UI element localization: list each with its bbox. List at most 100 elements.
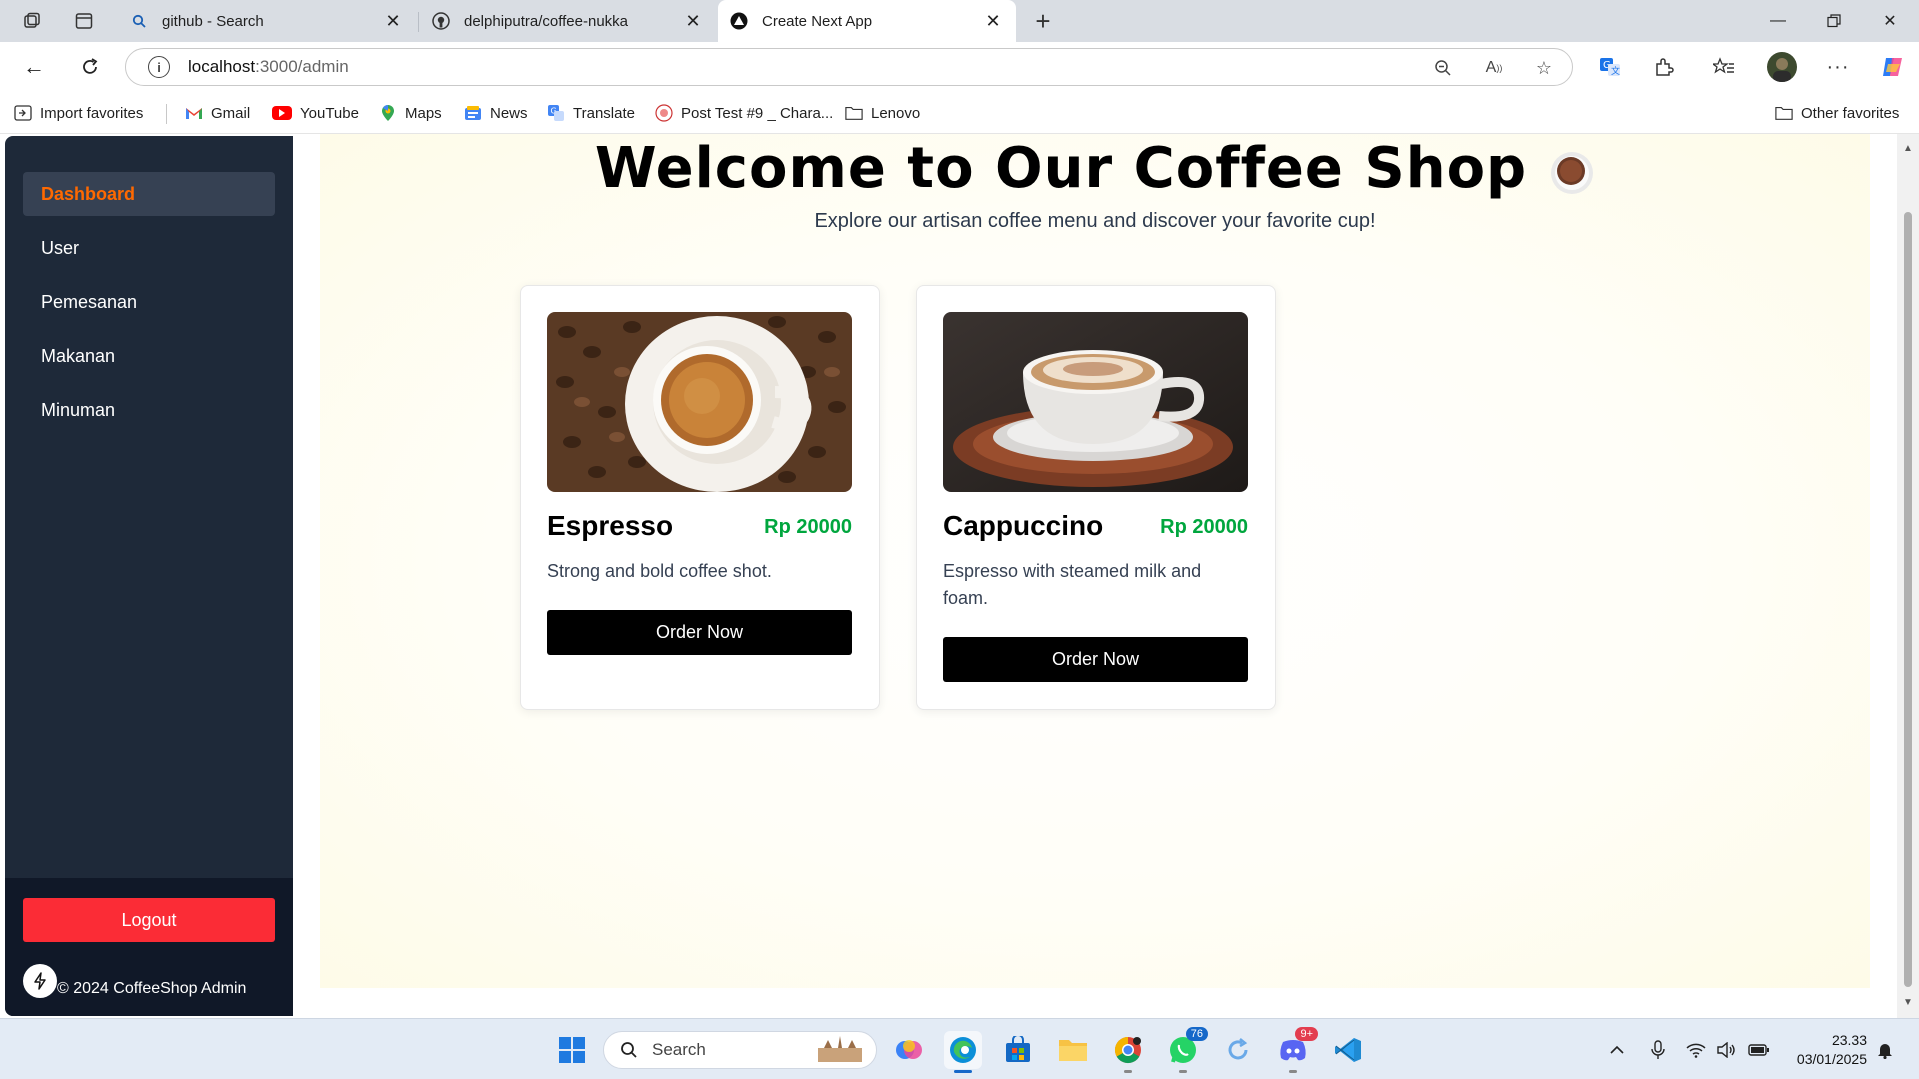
copilot-icon[interactable] bbox=[1879, 53, 1907, 81]
extensions-icon[interactable] bbox=[1650, 53, 1678, 81]
scroll-thumb[interactable] bbox=[1904, 212, 1912, 987]
product-description: Espresso with steamed milk and foam. bbox=[943, 561, 1202, 608]
favorites-bar: Import favorites Gmail YouTube Maps News… bbox=[0, 92, 1919, 134]
gmail-icon bbox=[185, 104, 203, 122]
logout-button[interactable]: Logout bbox=[23, 898, 275, 942]
system-clock[interactable]: 23.33 03/01/2025 bbox=[1797, 1031, 1867, 1069]
vscode-app-icon[interactable] bbox=[1329, 1031, 1367, 1069]
search-icon bbox=[618, 1039, 640, 1061]
nextjs-icon bbox=[730, 12, 748, 30]
minimize-icon[interactable]: — bbox=[1750, 0, 1806, 42]
site-info-icon[interactable]: i bbox=[148, 56, 170, 78]
store-app-icon[interactable] bbox=[999, 1031, 1037, 1069]
sidebar-item-minuman[interactable]: Minuman bbox=[23, 388, 275, 432]
search-highlight-icon bbox=[814, 1036, 866, 1069]
sidebar-footer: Logout © 2024 CoffeeShop Admin bbox=[5, 878, 293, 1016]
tab-github-repo[interactable]: delphiputra/coffee-nukka ✕ bbox=[420, 0, 716, 42]
tab-create-next-app[interactable]: Create Next App ✕ bbox=[718, 0, 1016, 42]
sync-app-icon[interactable] bbox=[1219, 1031, 1257, 1069]
volume-icon[interactable] bbox=[1713, 1037, 1739, 1063]
coffee-cup-icon bbox=[1549, 145, 1595, 194]
notification-bell-icon[interactable] bbox=[1872, 1037, 1898, 1063]
fav-gmail[interactable]: Gmail bbox=[185, 102, 250, 124]
fav-post-test[interactable]: Post Test #9 _ Chara... bbox=[655, 102, 833, 124]
page-subtitle: Explore our artisan coffee menu and disc… bbox=[814, 210, 1376, 232]
microphone-icon[interactable] bbox=[1645, 1037, 1671, 1063]
espresso-image bbox=[547, 312, 852, 492]
product-name: Cappuccino bbox=[943, 510, 1104, 541]
more-options-icon[interactable]: ··· bbox=[1824, 53, 1852, 81]
battery-icon[interactable] bbox=[1746, 1037, 1772, 1063]
news-icon bbox=[464, 104, 482, 122]
sidebar-item-pemesanan[interactable]: Pemesanan bbox=[23, 280, 275, 324]
file-explorer-icon[interactable] bbox=[1054, 1031, 1092, 1069]
notification-badge: 9+ bbox=[1295, 1027, 1318, 1041]
whatsapp-app-icon[interactable]: 76 bbox=[1164, 1027, 1208, 1073]
read-aloud-icon[interactable]: A)) bbox=[1482, 56, 1506, 80]
url-input[interactable]: i localhost:3000/admin A)) ☆ bbox=[125, 48, 1573, 86]
close-tab-icon[interactable]: ✕ bbox=[382, 10, 404, 32]
workspaces-icon[interactable] bbox=[16, 6, 48, 36]
windows-taskbar: Search 76 9+ 23.33 03/01/2025 bbox=[0, 1018, 1919, 1079]
fav-translate[interactable]: G Translate bbox=[547, 102, 635, 124]
close-tab-icon[interactable]: ✕ bbox=[982, 10, 1004, 32]
sidebar-item-user[interactable]: User bbox=[23, 226, 275, 270]
favorite-star-icon[interactable]: ☆ bbox=[1532, 56, 1556, 80]
cappuccino-image bbox=[943, 312, 1248, 492]
site-icon bbox=[655, 104, 673, 122]
translate-icon[interactable]: G文 bbox=[1596, 53, 1624, 81]
fav-lenovo[interactable]: Lenovo bbox=[845, 102, 920, 124]
fav-import[interactable]: Import favorites bbox=[14, 102, 143, 124]
copilot-app-icon[interactable] bbox=[890, 1031, 928, 1069]
tab-title: delphiputra/coffee-nukka bbox=[464, 12, 629, 30]
edge-app-icon[interactable] bbox=[944, 1031, 982, 1073]
new-tab-button[interactable]: + bbox=[1027, 6, 1059, 36]
taskbar-search-input[interactable]: Search bbox=[603, 1031, 877, 1069]
refresh-icon[interactable] bbox=[74, 51, 106, 83]
copyright-text: © 2024 CoffeeShop Admin bbox=[57, 980, 247, 997]
profile-avatar[interactable] bbox=[1767, 52, 1797, 82]
favorites-icon[interactable] bbox=[1710, 53, 1738, 81]
wifi-icon[interactable] bbox=[1683, 1037, 1709, 1063]
zoom-icon[interactable] bbox=[1431, 56, 1455, 80]
product-description: Strong and bold coffee shot. bbox=[547, 561, 772, 581]
github-icon bbox=[432, 12, 450, 30]
clock-time: 23.33 bbox=[1831, 1032, 1867, 1048]
tab-title: github - Search bbox=[162, 12, 264, 30]
folder-icon bbox=[845, 104, 863, 122]
fav-maps[interactable]: Maps bbox=[379, 102, 442, 124]
tab-title: Create Next App bbox=[762, 12, 873, 30]
tab-actions-icon[interactable] bbox=[68, 6, 100, 36]
next-dev-indicator-icon[interactable] bbox=[23, 964, 57, 998]
youtube-icon bbox=[272, 106, 292, 120]
browser-tab-strip: github - Search ✕ delphiputra/coffee-nuk… bbox=[0, 0, 1919, 42]
sidebar-item-makanan[interactable]: Makanan bbox=[23, 334, 275, 378]
scroll-up-icon[interactable]: ▲ bbox=[1901, 142, 1915, 154]
page-scrollbar[interactable]: ▲ ▼ bbox=[1897, 134, 1919, 1018]
discord-app-icon[interactable]: 9+ bbox=[1274, 1027, 1318, 1073]
order-now-button[interactable]: Order Now bbox=[547, 610, 852, 655]
show-hidden-icons-icon[interactable] bbox=[1604, 1037, 1630, 1063]
chrome-app-icon[interactable] bbox=[1109, 1031, 1147, 1073]
windows-start-icon[interactable] bbox=[553, 1031, 591, 1069]
fav-other-favorites[interactable]: Other favorites bbox=[1775, 102, 1899, 124]
close-tab-icon[interactable]: ✕ bbox=[682, 10, 704, 32]
sidebar-item-dashboard[interactable]: Dashboard bbox=[23, 172, 275, 216]
close-window-icon[interactable]: ✕ bbox=[1862, 0, 1918, 42]
back-icon[interactable]: ← bbox=[18, 51, 50, 83]
svg-text:文: 文 bbox=[1611, 65, 1620, 77]
fav-news[interactable]: News bbox=[464, 102, 528, 124]
order-now-button[interactable]: Order Now bbox=[943, 637, 1248, 682]
product-card: Espresso Rp 20000 Strong and bold coffee… bbox=[520, 285, 880, 710]
notification-badge: 76 bbox=[1185, 1027, 1208, 1041]
admin-sidebar: Dashboard User Pemesanan Makanan Minuman… bbox=[5, 136, 293, 1016]
product-card: Cappuccino Rp 20000 Espresso with steame… bbox=[916, 285, 1276, 710]
search-icon bbox=[130, 12, 148, 30]
translate-icon: G bbox=[547, 104, 565, 122]
tab-github-search[interactable]: github - Search ✕ bbox=[118, 0, 416, 42]
fav-youtube[interactable]: YouTube bbox=[272, 102, 359, 124]
clock-date: 03/01/2025 bbox=[1796, 1051, 1867, 1067]
scroll-down-icon[interactable]: ▼ bbox=[1901, 996, 1915, 1008]
url-text: localhost:3000/admin bbox=[188, 57, 349, 76]
restore-icon[interactable] bbox=[1806, 0, 1862, 42]
